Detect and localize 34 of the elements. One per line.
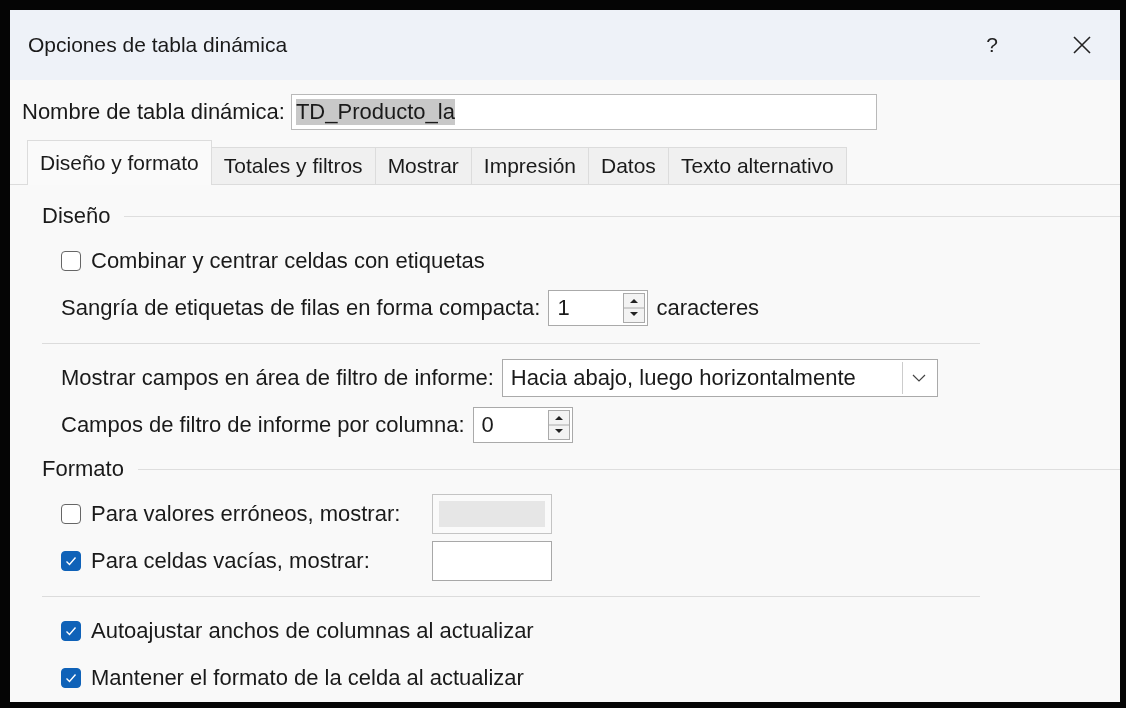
tab[interactable]: Totales y filtros — [210, 147, 376, 184]
field-label: Campos de filtro de informe por columna: — [61, 411, 465, 438]
field-label: Mostrar campos en área de filtro de informe: — [61, 364, 494, 391]
checkbox-label: Mantener el formato de la celda al actualizar — [91, 664, 524, 691]
spin-arrows-icon[interactable] — [547, 409, 570, 440]
window-title: Opciones de tabla dinámica — [28, 33, 289, 57]
close-icon — [1072, 35, 1092, 55]
tab[interactable]: Datos — [588, 147, 669, 184]
tab[interactable]: Texto alternativo — [667, 147, 847, 184]
spin-arrows-icon[interactable] — [623, 292, 646, 323]
checkbox[interactable] — [61, 620, 81, 641]
checkbox[interactable] — [61, 667, 81, 688]
tab[interactable]: Diseño y formato — [27, 140, 212, 185]
checkbox-label: Combinar y centrar celdas con etiquetas — [91, 247, 485, 274]
name-label: Nombre de tabla dinámica: — [22, 99, 285, 125]
section-title: Formato — [42, 456, 124, 482]
checkbox[interactable] — [61, 250, 81, 271]
tab[interactable]: Mostrar — [374, 147, 472, 184]
help-button[interactable]: ? — [962, 32, 1022, 58]
name-field[interactable]: TD_Producto_la — [290, 94, 877, 130]
spin-field[interactable]: 1 — [548, 289, 649, 326]
name-value: TD_Producto_la — [295, 99, 455, 125]
chevron-down-icon[interactable] — [911, 372, 926, 383]
checkbox-label: Para celdas vacías, mostrar: — [91, 547, 370, 574]
checkbox-label: Para valores erróneos, mostrar: — [91, 500, 401, 527]
input-field[interactable] — [432, 540, 552, 581]
checkbox[interactable] — [61, 550, 81, 571]
tab[interactable]: Impresión — [470, 147, 589, 184]
section-title: Diseño — [42, 203, 111, 229]
spin-field[interactable]: 0 — [472, 406, 573, 443]
dropdown[interactable]: Hacia abajo, luego horizontalmente — [501, 358, 938, 397]
checkbox-label: Autoajustar anchos de columnas al actualizar — [91, 617, 534, 644]
field-label: Sangría de etiquetas de filas en forma compacta: — [61, 294, 541, 321]
unit-label: caracteres — [656, 294, 760, 321]
